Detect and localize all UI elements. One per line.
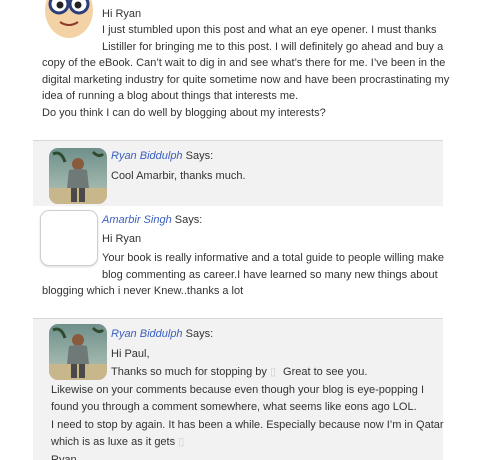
comment-header: Ryan Biddulph Says: bbox=[111, 328, 213, 340]
says-label: Says: bbox=[174, 214, 203, 226]
signature-text: Ryan bbox=[51, 454, 77, 460]
comment-text-line: which is as luxe as it gets ▯ bbox=[51, 434, 188, 451]
comment-text-line: Listiller for bringing me to this post. … bbox=[102, 41, 444, 53]
comment-text-line: Likewise on your comments because even t… bbox=[51, 384, 425, 396]
comment-text-fragment: Great to see you. bbox=[283, 366, 368, 378]
comment-text-line: found you through a comment somewhere, w… bbox=[51, 401, 417, 413]
comment-text-line: Hi Ryan bbox=[102, 8, 142, 20]
author-link[interactable]: Amarbir Singh bbox=[102, 214, 172, 226]
comment-text-line: Hi Paul, bbox=[111, 348, 150, 360]
comment-text-line: I just stumbled upon this post and what … bbox=[102, 24, 437, 36]
comment-text-line: blog commenting as career.I have learned… bbox=[102, 269, 438, 281]
comment-text-fragment: Thanks so much for stopping by bbox=[111, 366, 267, 378]
comment-text-line: Thanks so much for stopping by ▯ Great t… bbox=[111, 364, 367, 381]
emoji-placeholder-icon: ▯ bbox=[178, 436, 185, 448]
comment-paul: Hi Ryan I just stumbled upon this post a… bbox=[0, 0, 491, 130]
avatar-placeholder bbox=[40, 210, 98, 266]
author-link[interactable]: Ryan Biddulph bbox=[111, 150, 183, 162]
divider bbox=[33, 318, 443, 319]
comment-text-line: Do you think I can do well by blogging a… bbox=[42, 107, 326, 119]
comment-text-line: I need to stop by again. It has been a w… bbox=[51, 419, 444, 431]
reply-ryan-1: Ryan Biddulph Says: Cool Amarbir, thanks… bbox=[33, 140, 443, 206]
comment-text-fragment: which is as luxe as it gets bbox=[51, 436, 176, 448]
ryan-avatar bbox=[49, 324, 107, 380]
comment-text-line: digital marketing industry for quite som… bbox=[42, 74, 450, 86]
ryan-avatar bbox=[49, 148, 107, 204]
comment-text-line: Hi Ryan bbox=[102, 233, 142, 245]
comment-text-line: idea of running a blog about things that… bbox=[42, 90, 299, 102]
emoji-placeholder-icon: ▯ bbox=[269, 366, 277, 378]
divider bbox=[33, 140, 443, 141]
says-label: Says: bbox=[185, 328, 214, 340]
author-link[interactable]: Ryan Biddulph bbox=[111, 328, 183, 340]
comment-amarbir: Amarbir Singh Says: Hi Ryan Your book is… bbox=[0, 208, 491, 304]
comment-text-line: copy of the eBook. Can’t wait to dig in … bbox=[42, 57, 446, 69]
comment-header: Amarbir Singh Says: bbox=[102, 214, 202, 226]
comment-text-line: blogging which i never Knew..thanks a lo… bbox=[42, 285, 244, 297]
comment-text-line: Cool Amarbir, thanks much. bbox=[111, 170, 246, 182]
comment-text-line: Your book is really informative and a to… bbox=[102, 252, 445, 264]
cartoon-avatar bbox=[40, 0, 98, 38]
reply-ryan-2: Ryan Biddulph Says: Hi Paul, Thanks so m… bbox=[33, 318, 444, 460]
says-label: Says: bbox=[185, 150, 214, 162]
comment-header: Ryan Biddulph Says: bbox=[111, 150, 213, 162]
